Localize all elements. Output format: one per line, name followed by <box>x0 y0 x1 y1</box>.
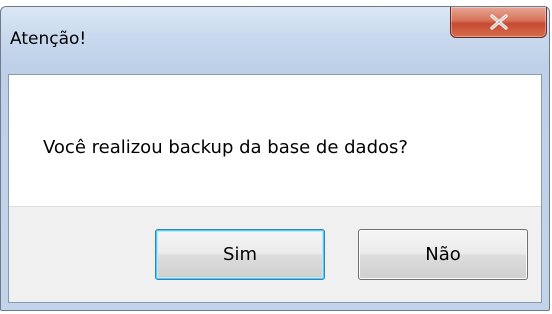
title-bar[interactable]: Atenção! <box>1 7 549 75</box>
message-dialog: Atenção! Você realizou backup da base de… <box>0 6 550 311</box>
dialog-message: Você realizou backup da base de dados? <box>43 137 408 158</box>
button-area: Sim Não <box>9 206 541 302</box>
dialog-content: Você realizou backup da base de dados? S… <box>8 74 542 303</box>
close-x-icon <box>490 14 508 30</box>
yes-button[interactable]: Sim <box>155 229 325 280</box>
dialog-title: Atenção! <box>10 29 87 49</box>
close-button[interactable] <box>450 7 547 38</box>
no-button[interactable]: Não <box>358 229 528 280</box>
